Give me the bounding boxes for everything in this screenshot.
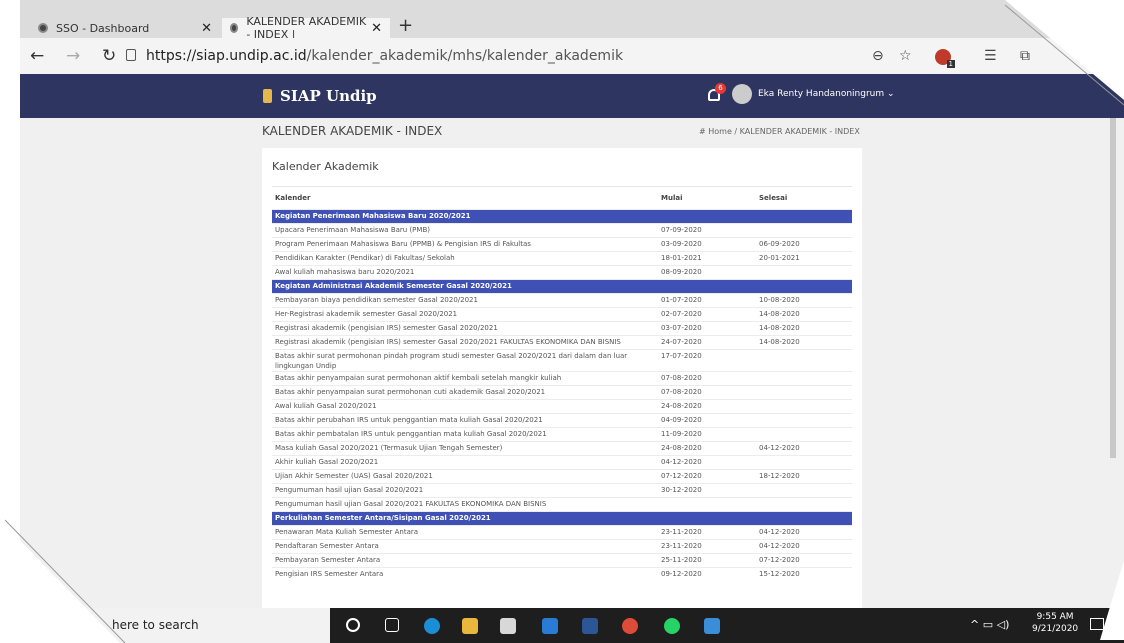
screen-edge-overlay bbox=[0, 0, 1124, 643]
